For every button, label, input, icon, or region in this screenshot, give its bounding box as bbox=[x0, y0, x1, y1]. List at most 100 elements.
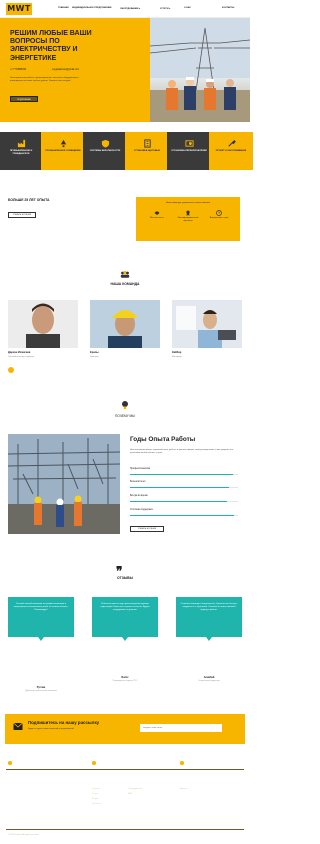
feature-switches[interactable]: УСТАНОВКА ПЕРЕКЛЮЧАТЕЛЕЙ bbox=[167, 132, 211, 170]
nav-about[interactable]: О НАС bbox=[184, 7, 191, 9]
nav-services[interactable]: УСЛУГИ ▾ bbox=[160, 7, 170, 10]
shield-icon bbox=[101, 139, 109, 148]
feature-industrial[interactable]: ПРОМЫШЛЕННОЕ И ГРАЖДАНСКОЕ bbox=[0, 132, 43, 170]
hero-phone[interactable]: +7 7772865040 bbox=[10, 69, 26, 71]
skill-bar bbox=[130, 474, 238, 476]
phone-icon bbox=[8, 761, 12, 765]
team-member-name: Ералы bbox=[90, 351, 99, 354]
team-member-photo bbox=[8, 300, 78, 348]
hero-description: Электромонтаж работы, проектирование, по… bbox=[10, 77, 79, 82]
stats-heading: Наша команда, уверенная и ответственная bbox=[165, 202, 211, 204]
review-pointer bbox=[206, 637, 212, 641]
footer-phone[interactable]: +7 777 286 50 11 bbox=[8, 761, 32, 765]
reviewer-name: Руслан bbox=[36, 686, 46, 689]
skill-bar-fill bbox=[130, 501, 228, 503]
skill-label: Отличная поддержка bbox=[130, 509, 153, 511]
footer-link[interactable]: Оборудование bbox=[128, 788, 142, 790]
skill-label: Профессионализм bbox=[130, 468, 151, 470]
feature-security[interactable]: СИСТЕМЫ БЕЗОПАСНОСТИ bbox=[83, 132, 127, 170]
team-member-role: Главный инженер-энергетик bbox=[8, 356, 35, 358]
reviewer-role: Директор строительной компании bbox=[25, 690, 57, 692]
about-more-button[interactable]: УЗНАТЬ БОЛЬШЕ bbox=[8, 212, 36, 218]
stat-label: Квалифицированный персонал bbox=[177, 217, 199, 222]
team-member-role: Электрик bbox=[90, 356, 99, 358]
footer-phone-text: +7 777 286 50 11 bbox=[13, 761, 33, 765]
footer-links-title: Ссылки bbox=[92, 780, 103, 784]
footer-copyright: © 2024 mwt.kz. All rights reserved. bbox=[8, 834, 39, 836]
footer-link[interactable]: Главная bbox=[92, 788, 100, 790]
why-more-button[interactable]: УЗНАТЬ БОЛЬШЕ bbox=[130, 526, 164, 532]
panel-icon bbox=[143, 139, 151, 148]
skill-bar bbox=[130, 487, 238, 489]
why-title: ПОЧЕМУ МЫ bbox=[115, 414, 135, 418]
review-pointer bbox=[122, 637, 128, 641]
review-card: Отличная команда специалистов. Сделали в… bbox=[176, 597, 242, 637]
team-member-photo bbox=[90, 300, 160, 348]
clock-icon bbox=[216, 210, 222, 216]
nav-contacts[interactable]: КОНТАКТЫ bbox=[222, 7, 234, 9]
skill-bar bbox=[130, 515, 238, 517]
stat-label: Мы честность bbox=[150, 217, 164, 219]
footer-link[interactable]: О нас bbox=[92, 793, 98, 795]
team-member-name: Дархан Исмагиев bbox=[8, 351, 31, 354]
why-photo bbox=[8, 434, 120, 534]
team-member-photo bbox=[172, 300, 242, 348]
review-pointer bbox=[38, 637, 44, 641]
feature-label: ПРОЕКТ И ОБСЛУЖИВАНИЕ bbox=[215, 150, 247, 152]
subscribe-title: Подпишитесь на нашу рассылку bbox=[28, 720, 100, 725]
nav-equipment[interactable]: ОБОРУДОВАНИЕ ▾ bbox=[120, 7, 140, 10]
hero-email[interactable]: megawattruss@gmail.com bbox=[52, 69, 79, 71]
footer-email[interactable]: megawatt.kaz@gmail.com bbox=[92, 761, 126, 765]
tools-icon bbox=[227, 140, 236, 147]
feature-project[interactable]: ПРОЕКТ И ОБСЛУЖИВАНИЕ bbox=[209, 132, 253, 170]
site-header: MWT ГЛАВНАЯ ИНДИВИДУАЛЬНОЕ ПРЕДЛОЖЕНИЕ О… bbox=[0, 0, 250, 18]
nav-home[interactable]: ГЛАВНАЯ bbox=[58, 7, 69, 9]
about-title: БОЛЬШЕ 25 ЛЕТ ОПЫТА bbox=[8, 198, 50, 202]
footer-hours-text: Пн-Пт 09:00 - 18:00 bbox=[185, 761, 207, 765]
team-icon bbox=[120, 271, 130, 278]
mail-icon bbox=[92, 761, 96, 765]
review-card: Работали вместе над проектом реконструкц… bbox=[92, 597, 158, 637]
footer-link[interactable]: Услуги bbox=[92, 798, 98, 800]
footer-city-title: Города bbox=[180, 780, 190, 784]
skill-bar-fill bbox=[130, 515, 234, 517]
skill-label: Большой опыт bbox=[130, 481, 146, 483]
site-logo[interactable]: MWT bbox=[6, 3, 32, 15]
team-title: НАША КОМАНДА bbox=[110, 282, 140, 286]
feature-label: УСТАНОВКА ЩИТОВЫХ bbox=[133, 150, 160, 152]
hero-title: РЕШИМ ЛЮБЫЕ ВАШИ ВОПРОСЫ ПО ЭЛЕКТРИЧЕСТВ… bbox=[10, 30, 92, 62]
factory-icon bbox=[17, 139, 25, 148]
team-member-name: Кайбар bbox=[172, 351, 182, 354]
reviewer-role: Генеральный директор bbox=[198, 680, 220, 682]
nav-individual-offer[interactable]: ИНДИВИДУАЛЬНОЕ ПРЕДЛОЖЕНИЕ bbox=[72, 7, 112, 9]
stat-label: Выполнение в срок bbox=[209, 217, 229, 219]
why-description: Наш коллектив имеет огромный опыт работы… bbox=[130, 449, 234, 454]
footer-email-text: megawatt.kaz@gmail.com bbox=[97, 761, 126, 765]
skill-label: Всегда во время bbox=[130, 495, 148, 497]
review-card: Спасибо вашей компании за профессионализ… bbox=[8, 597, 74, 637]
reviewer-role: Руководитель отдела ТОО bbox=[112, 680, 138, 682]
envelope-icon bbox=[13, 722, 23, 730]
switch-icon bbox=[184, 140, 194, 147]
clock-icon bbox=[180, 761, 184, 765]
reviewer-name: Болат bbox=[121, 676, 129, 679]
team-member-role: Менеджер bbox=[172, 356, 182, 358]
footer-link[interactable]: FAQ bbox=[128, 793, 132, 795]
footer-city: Алматы bbox=[180, 788, 188, 790]
feature-label: ПРОМЫШЛЕННОЕ И ГРАЖДАНСКОЕ bbox=[9, 150, 33, 155]
feature-lighting[interactable]: ПРОМЫШЛЕННОЕ ОСВЕЩЕНИЕ bbox=[41, 132, 85, 170]
feature-panels[interactable]: УСТАНОВКА ЩИТОВЫХ bbox=[125, 132, 169, 170]
footer-logo[interactable]: MWT.KZ bbox=[8, 780, 25, 785]
hero-photo bbox=[150, 18, 250, 122]
lamp-icon bbox=[60, 139, 66, 148]
skill-bar-fill bbox=[130, 474, 233, 476]
skill-bar bbox=[130, 501, 238, 503]
reviews-title: ОТЗЫВЫ bbox=[117, 576, 133, 580]
feature-label: СИСТЕМЫ БЕЗОПАСНОСТИ bbox=[89, 150, 121, 152]
hero-more-button[interactable]: ПОДРОБНЕЕ bbox=[10, 96, 38, 102]
subscribe-email-input[interactable] bbox=[140, 724, 222, 732]
carousel-dot[interactable] bbox=[8, 367, 14, 373]
lightbulb-icon bbox=[122, 401, 128, 409]
footer-link[interactable]: Контакты bbox=[92, 803, 101, 805]
stat-qualified: Квалифицированный персонал bbox=[173, 210, 203, 222]
